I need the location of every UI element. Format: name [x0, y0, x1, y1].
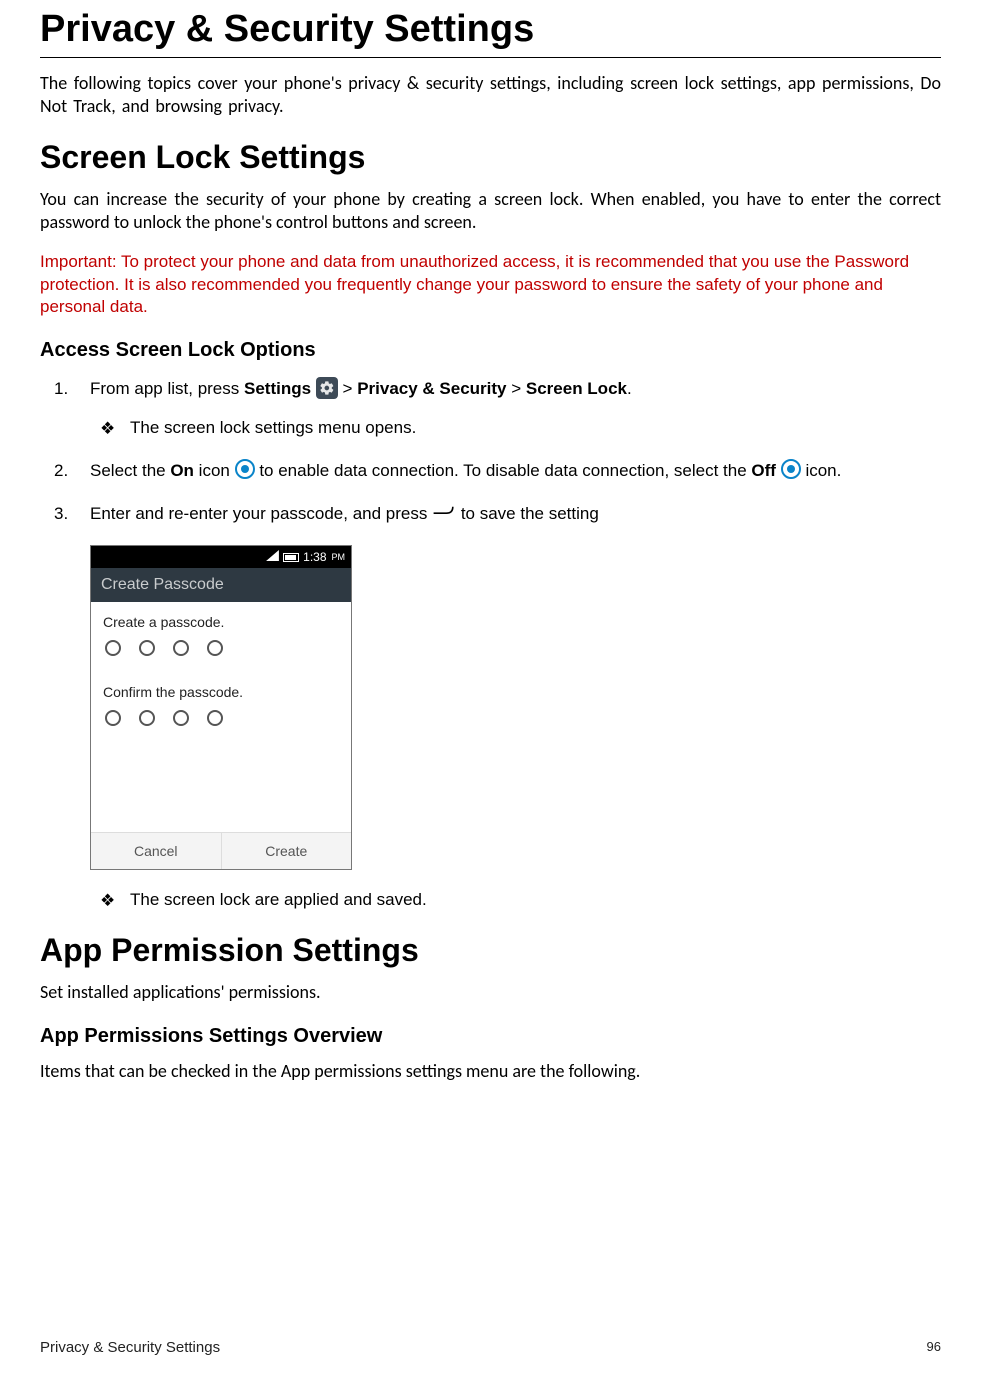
step1-privacy-word: Privacy & Security — [357, 379, 506, 398]
passcode-dot[interactable] — [105, 710, 121, 726]
important-label: Important — [40, 252, 112, 271]
step2-text-c: to enable data connection. To disable da… — [259, 461, 751, 480]
settings-icon — [316, 377, 338, 399]
create-button[interactable]: Create — [222, 833, 352, 869]
passcode-dots-1[interactable] — [103, 640, 339, 656]
passcode-dot[interactable] — [207, 710, 223, 726]
passcode-dots-2[interactable] — [103, 710, 339, 726]
radio-off-icon — [781, 459, 801, 479]
phone-status-bar: 1:38 PM — [91, 546, 351, 568]
step1-screenlock-word: Screen Lock — [526, 379, 627, 398]
passcode-dot[interactable] — [105, 640, 121, 656]
page-title: Privacy & Security Settings — [40, 8, 941, 58]
battery-icon — [283, 553, 299, 562]
status-ampm: PM — [332, 552, 346, 562]
step3-text-a: Enter and re-enter your passcode, and pr… — [90, 504, 432, 523]
step-2: 2. Select the On icon to enable data con… — [90, 458, 941, 484]
diamond-bullet-icon: ❖ — [100, 417, 115, 441]
passcode-dot[interactable] — [139, 710, 155, 726]
intro-paragraph: The following topics cover your phone's … — [40, 72, 941, 119]
step-1: 1. From app list, press Settings > Priva… — [90, 376, 941, 439]
step2-text-b: icon — [194, 461, 235, 480]
create-passcode-label: Create a passcode. — [103, 614, 339, 630]
important-note: Important: To protect your phone and dat… — [40, 251, 941, 320]
step1-gt1: > — [343, 379, 358, 398]
app-permission-overview-body: Items that can be checked in the App per… — [40, 1060, 941, 1083]
step1-gt2: > — [507, 379, 526, 398]
signal-icon — [266, 550, 279, 564]
passcode-dot[interactable] — [173, 710, 189, 726]
step-3: 3. Enter and re-enter your passcode, and… — [90, 501, 941, 527]
app-permission-heading: App Permission Settings — [40, 932, 941, 969]
screen-lock-body: You can increase the security of your ph… — [40, 188, 941, 235]
step1-text-a: From app list, press — [90, 379, 244, 398]
passcode-dot[interactable] — [173, 640, 189, 656]
step2-text-a: Select the — [90, 461, 170, 480]
passcode-dot[interactable] — [139, 640, 155, 656]
step2-text-d: icon. — [805, 461, 841, 480]
important-text: : To protect your phone and data from un… — [40, 252, 909, 317]
back-arrow-icon — [432, 500, 456, 526]
step1-settings-word: Settings — [244, 379, 311, 398]
passcode-dot[interactable] — [207, 640, 223, 656]
confirm-passcode-label: Confirm the passcode. — [103, 684, 339, 700]
bullet-2: ❖ The screen lock are applied and saved. — [130, 888, 941, 912]
step1-period: . — [627, 379, 632, 398]
bullet2-text: The screen lock are applied and saved. — [130, 890, 427, 909]
access-heading: Access Screen Lock Options — [40, 339, 941, 362]
diamond-bullet-icon: ❖ — [100, 889, 115, 913]
screen-lock-heading: Screen Lock Settings — [40, 139, 941, 176]
bullet-1: ❖ The screen lock settings menu opens. — [130, 416, 941, 440]
footer-section: Privacy & Security Settings — [40, 1339, 220, 1356]
app-permission-body: Set installed applications' permissions. — [40, 981, 941, 1004]
footer-page-number: 96 — [927, 1339, 941, 1356]
bullet1-text: The screen lock settings menu opens. — [130, 418, 416, 437]
step2-on-word: On — [170, 461, 194, 480]
phone-screenshot: 1:38 PM Create Passcode Create a passcode… — [90, 545, 352, 870]
page-footer: Privacy & Security Settings 96 — [40, 1339, 941, 1356]
cancel-button[interactable]: Cancel — [91, 833, 222, 869]
step3-text-b: to save the setting — [461, 504, 599, 523]
step2-off-word: Off — [751, 461, 776, 480]
radio-on-icon — [235, 459, 255, 479]
phone-header: Create Passcode — [91, 568, 351, 602]
app-permission-overview-heading: App Permissions Settings Overview — [40, 1025, 941, 1048]
status-time: 1:38 — [303, 550, 326, 564]
